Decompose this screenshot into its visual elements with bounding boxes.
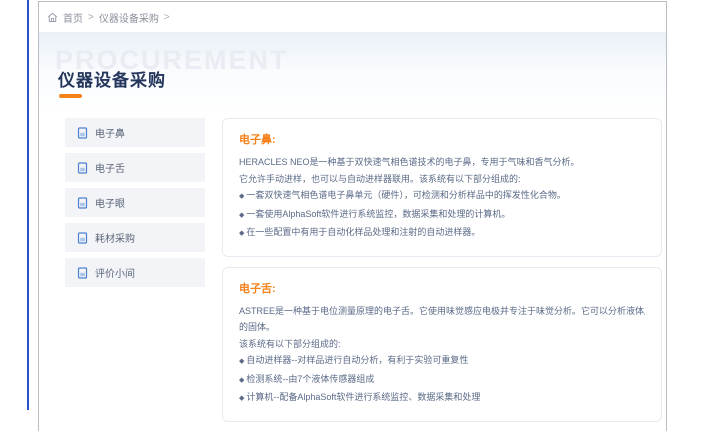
panel-bullet-line: ◆一套双快速气相色谱电子鼻单元（硬件），可检测和分析样品中的挥发性化合物。	[239, 187, 645, 206]
panel-text-line: 它允许手动进样，也可以与自动进样器联用。该系统有以下部分组成的:	[239, 171, 645, 188]
document-icon	[77, 162, 88, 174]
panel-heading: 电子舌:	[239, 280, 645, 296]
sidebar-item-label: 耗材采购	[95, 230, 135, 245]
panel-text-line: ASTREE是一种基于电位测量原理的电子舌。它使用味觉感应电极并专注于味觉分析。…	[239, 303, 645, 320]
bullet-icon: ◆	[239, 193, 244, 200]
panel-text-line: 该系统有以下部分组成的:	[239, 336, 645, 353]
panel-heading: 电子鼻:	[239, 131, 645, 147]
sidebar-item-1[interactable]: 电子鼻	[65, 118, 205, 147]
sidebar-item-3[interactable]: 电子眼	[65, 188, 205, 217]
left-accent-line	[27, 0, 29, 410]
breadcrumb-separator: >	[88, 12, 94, 23]
sidebar: 电子鼻电子舌电子眼耗材采购评价小间	[65, 118, 205, 287]
sidebar-item-label: 评价小间	[95, 265, 135, 280]
breadcrumb: 首页 > 仪器设备采购 >	[39, 2, 666, 33]
document-icon	[77, 232, 88, 244]
panel-electronic-tongue: 电子舌: ASTREE是一种基于电位测量原理的电子舌。它使用味觉感应电极并专注于味…	[222, 267, 662, 422]
sidebar-item-label: 电子眼	[95, 195, 125, 210]
panel-bullet-line: ◆自动进样器--对样品进行自动分析，有利于实验可重复性	[239, 352, 645, 371]
bullet-icon: ◆	[239, 212, 244, 219]
panel-text-line: HERACLES NEO是一种基于双快速气相色谱技术的电子鼻，专用于气味和香气分…	[239, 154, 645, 171]
bullet-icon: ◆	[239, 230, 244, 237]
main-content: 电子鼻: HERACLES NEO是一种基于双快速气相色谱技术的电子鼻，专用于气味…	[222, 118, 662, 422]
content-container: 首页 > 仪器设备采购 > PROCUREMENT 仪器设备采购 电子鼻电子舌电…	[38, 1, 667, 431]
breadcrumb-separator: >	[164, 12, 170, 23]
breadcrumb-current[interactable]: 仪器设备采购	[99, 10, 159, 25]
page-title: 仪器设备采购	[58, 66, 166, 91]
bullet-icon: ◆	[239, 377, 244, 384]
title-underline	[59, 94, 82, 98]
bullet-icon: ◆	[239, 358, 244, 365]
panel-bullet-line: ◆计算机--配备AlphaSoft软件进行系统监控、数据采集和处理	[239, 389, 645, 408]
sidebar-item-label: 电子鼻	[95, 125, 125, 140]
sidebar-item-5[interactable]: 评价小间	[65, 258, 205, 287]
panel-bullet-line: ◆检测系统--由7个液体传感器组成	[239, 371, 645, 390]
breadcrumb-home[interactable]: 首页	[63, 10, 83, 25]
panel-electronic-nose: 电子鼻: HERACLES NEO是一种基于双快速气相色谱技术的电子鼻，专用于气味…	[222, 118, 662, 257]
page-header: PROCUREMENT 仪器设备采购	[39, 33, 666, 115]
panel-text-line: 的固体。	[239, 319, 645, 336]
sidebar-item-2[interactable]: 电子舌	[65, 153, 205, 182]
bullet-icon: ◆	[239, 395, 244, 402]
document-icon	[77, 127, 88, 139]
home-icon[interactable]	[47, 12, 58, 23]
sidebar-item-label: 电子舌	[95, 160, 125, 175]
sidebar-item-4[interactable]: 耗材采购	[65, 223, 205, 252]
document-icon	[77, 267, 88, 279]
content-row: 电子鼻电子舌电子眼耗材采购评价小间 电子鼻: HERACLES NEO是一种基于双…	[39, 118, 666, 422]
document-icon	[77, 197, 88, 209]
panel-bullet-line: ◆一套使用AlphaSoft软件进行系统监控，数据采集和处理的计算机。	[239, 206, 645, 225]
panel-bullet-line: ◆在一些配置中有用于自动化样品处理和注射的自动进样器。	[239, 224, 645, 243]
